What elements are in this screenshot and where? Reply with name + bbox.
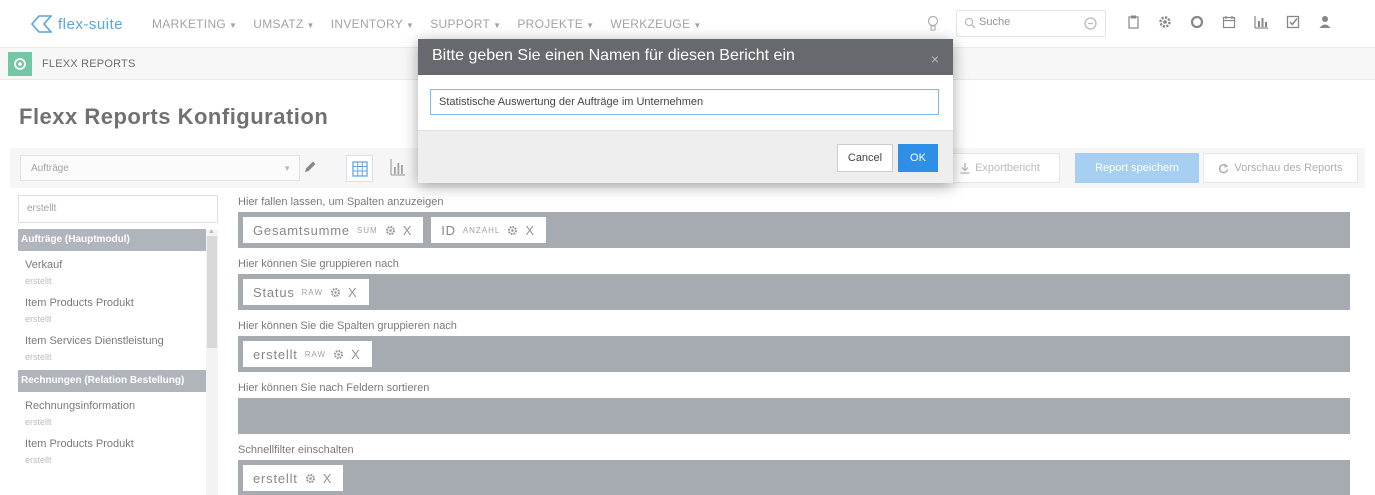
cancel-button[interactable]: Cancel: [837, 144, 893, 172]
dialog-footer: Cancel OK: [418, 130, 953, 183]
report-name-input[interactable]: [430, 89, 939, 115]
dialog-header: Bitte geben Sie einen Namen für diesen B…: [418, 39, 953, 75]
dialog-body: [418, 75, 953, 130]
dialog-title: Bitte geben Sie einen Namen für diesen B…: [432, 47, 795, 64]
ok-button[interactable]: OK: [898, 144, 938, 172]
close-icon[interactable]: ×: [931, 51, 939, 67]
report-name-dialog: Bitte geben Sie einen Namen für diesen B…: [418, 39, 953, 183]
